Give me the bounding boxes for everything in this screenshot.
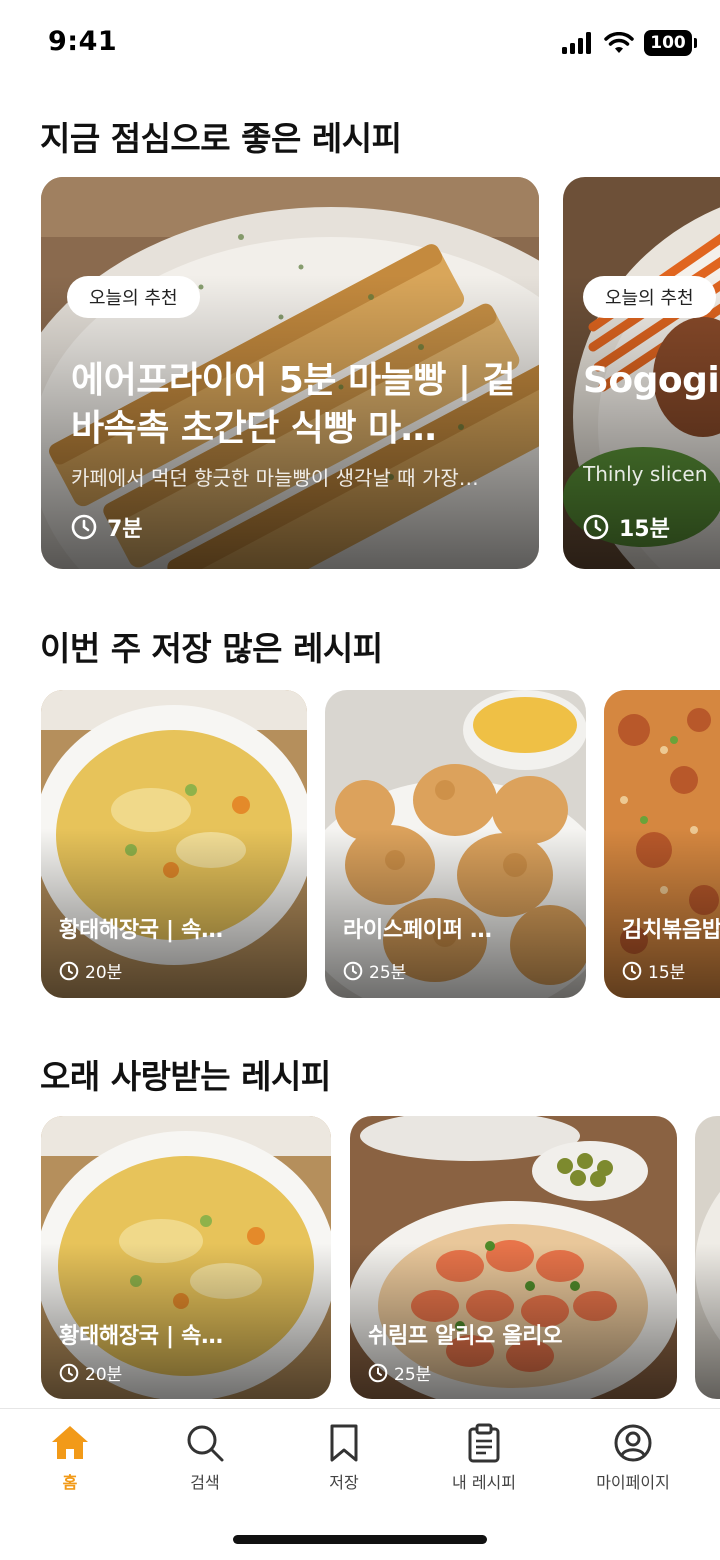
clock-icon (71, 514, 97, 540)
nav-my-recipes[interactable]: 내 레시피 (419, 1423, 549, 1493)
battery-indicator: 100 (644, 30, 697, 56)
nav-my-recipes-label: 내 레시피 (452, 1473, 516, 1492)
classic-carousel[interactable]: 황태해장국 | 속… 20분 쉬림프 알리오 올리오 25분 (0, 1116, 720, 1400)
nav-search[interactable]: 검색 (140, 1423, 270, 1493)
search-icon (187, 1425, 224, 1462)
recipe-card-title: 황태해장국 | 속… (59, 918, 223, 943)
recipe-card-time: 25분 (368, 1360, 431, 1385)
hero-card-time: 7분 (71, 511, 143, 543)
recommend-badge: 오늘의 추천 (67, 276, 200, 318)
recipe-card-ricepaper[interactable]: 라이스페이퍼 … 25분 (325, 690, 586, 998)
hero-card-sogogi[interactable]: 오늘의 추천 Sogogi (Korean Thinly slicen 15분 (563, 177, 720, 569)
recipe-card-time-label: 25분 (394, 1365, 432, 1385)
recipe-card-overlay (325, 690, 586, 998)
user-circle-icon (614, 1424, 652, 1462)
clock-icon (368, 1363, 388, 1382)
recommend-badge: 오늘의 추천 (583, 276, 716, 318)
status-bar: 9:41 100 (0, 0, 720, 88)
nav-mypage[interactable]: 마이페이지 (568, 1423, 698, 1493)
nav-home[interactable]: 홈 (5, 1423, 135, 1493)
nav-mypage-label: 마이페이지 (596, 1473, 670, 1492)
recipe-card-shrimp-aglio[interactable]: 쉬림프 알리오 올리오 25분 (350, 1116, 677, 1399)
clock-icon (59, 961, 79, 980)
home-icon (52, 1426, 88, 1459)
clock-icon (622, 961, 642, 980)
weekly-carousel[interactable]: 황태해장국 | 속… 20분 라이스페이퍼 … 25분 김치볶음밥 15분 (0, 690, 720, 1000)
recipe-card-overlay (604, 690, 720, 998)
nav-search-label: 검색 (190, 1473, 220, 1492)
recipe-card-title: 김치볶음밥 (622, 918, 720, 943)
hero-carousel[interactable]: 오늘의 추천 에어프라이어 5분 마늘빵 | 겉바속촉 초간단 식빵 마… 카페… (0, 177, 720, 569)
recipe-card-overlay (41, 690, 307, 998)
section-title-classic: 오래 사랑받는 레시피 (40, 1057, 331, 1096)
clock-icon (59, 1363, 79, 1382)
clock-icon (583, 514, 609, 540)
recipe-card-overlay (695, 1116, 720, 1399)
hero-card-description: 카페에서 먹던 향긋한 마늘빵이 생각날 때 가장… (71, 466, 479, 490)
recipe-card-hwangtae[interactable]: 황태해장국 | 속… 20분 (41, 1116, 331, 1399)
recipe-card-time: 20분 (59, 1360, 122, 1385)
status-icons: 100 (562, 30, 697, 56)
home-indicator (233, 1535, 487, 1544)
hero-card-time: 15분 (583, 511, 670, 543)
hero-card-time-label: 7분 (107, 517, 143, 542)
section-title-weekly: 이번 주 저장 많은 레시피 (40, 629, 383, 668)
hero-card-title: 에어프라이어 5분 마늘빵 | 겉바속촉 초간단 식빵 마… (71, 360, 516, 449)
hero-card-description: Thinly slicen (583, 462, 708, 486)
nav-saved-label: 저장 (329, 1473, 359, 1492)
recipe-card-overlay (350, 1116, 677, 1399)
recipe-card-time-label: 25분 (369, 963, 407, 983)
section-title-lunch: 지금 점심으로 좋은 레시피 (40, 119, 402, 158)
hero-card-title: Sogogi (Korean (583, 360, 720, 401)
recipe-card-kimchi-rice[interactable]: 김치볶음밥 15분 (604, 690, 720, 998)
signal-icon (562, 32, 591, 54)
recipe-card-title: 쉬림프 알리오 올리오 (368, 1324, 563, 1349)
recipe-card-hwangtae[interactable]: 황태해장국 | 속… 20분 (41, 690, 307, 998)
recipe-card-title: 라이스페이퍼 … (343, 918, 492, 943)
recipe-card-time-label: 20분 (85, 1365, 123, 1385)
recipe-card-time: 20분 (59, 958, 122, 983)
recipe-card-time: 15분 (622, 958, 685, 983)
recipe-card-time: 25분 (343, 958, 406, 983)
recipe-card-time-label: 20분 (85, 963, 123, 983)
wifi-icon (604, 32, 634, 53)
recipe-card-title: 황태해장국 | 속… (59, 1324, 223, 1349)
bookmark-icon (330, 1424, 358, 1462)
hero-card-time-label: 15분 (619, 517, 670, 542)
recipe-card-overlay (41, 1116, 331, 1399)
recipe-card-partial[interactable] (695, 1116, 720, 1399)
clock-icon (343, 961, 363, 980)
hero-card-garlic-bread[interactable]: 오늘의 추천 에어프라이어 5분 마늘빵 | 겉바속촉 초간단 식빵 마… 카페… (41, 177, 539, 569)
nav-home-label: 홈 (62, 1473, 78, 1492)
clipboard-icon (468, 1423, 500, 1463)
status-time: 9:41 (48, 26, 118, 57)
recipe-card-time-label: 15분 (648, 963, 686, 983)
nav-saved[interactable]: 저장 (279, 1423, 409, 1493)
